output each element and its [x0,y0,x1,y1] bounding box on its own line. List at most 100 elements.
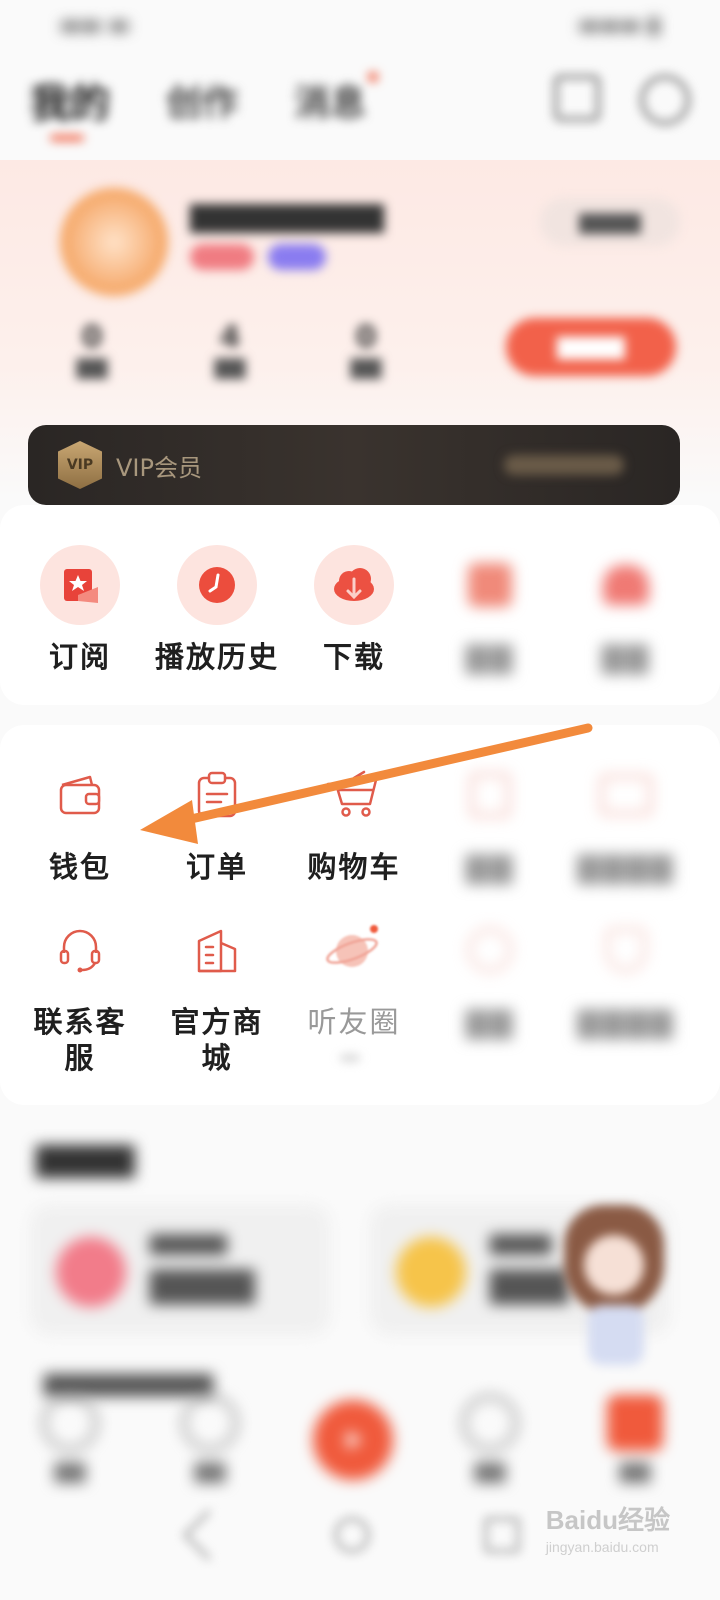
subscribe-icon [40,545,120,625]
wallet-icon [40,755,120,835]
checkin-button[interactable]: ▇▇▇▇ [506,318,676,376]
cart-item[interactable]: 购物车 [284,755,424,885]
stat-following[interactable]: 0 ▇▇ [52,320,132,379]
status-bar: ▬▬ ▬ ▬▬▬ ▮ [0,0,720,50]
tools-item-5[interactable]: ▇▇▇▇ [556,755,696,885]
blurred-icon [586,910,666,990]
username[interactable]: ▇▇▇▇▇▇▇▇▇ [190,200,384,233]
mascot-image[interactable] [558,1195,678,1375]
avatar[interactable] [60,188,168,296]
back-icon[interactable] [182,1509,234,1561]
blurred-icon [450,755,530,835]
promo-left-value: ▇▇▇▇ [150,1265,255,1305]
top-nav: 我的 创作 消息 [0,60,720,141]
tools-item-9[interactable]: ▇▇ [420,910,560,1040]
promo-left-title: ▇▇▇▇▇ [150,1231,227,1255]
tools-item-5-label: ▇▇▇▇ [577,850,675,884]
planet-icon [314,910,394,990]
level-badge [190,244,254,270]
download-cloud-icon [314,545,394,625]
promo-right-value: ▇▇▇ [490,1265,569,1305]
orders-item[interactable]: 订单 [147,755,287,885]
home-icon [42,1395,98,1451]
mine-icon [607,1395,663,1451]
nav-discover[interactable]: ▇▇ [160,1395,260,1483]
history-item[interactable]: 播放历史 [147,545,287,675]
tab-create[interactable]: 创作 [166,74,238,126]
subscribe-label: 订阅 [48,640,111,674]
stat-followers[interactable]: 4 ▇▇ [190,320,270,379]
building-icon [177,910,257,990]
baidu-watermark: Baidu经验 jingyan.baidu.com [546,1500,670,1555]
quick-item-4-label: ▇▇ [465,640,515,674]
tools-item-10[interactable]: ▇▇▇▇ [556,910,696,1040]
tools-item-4-label: ▇▇ [465,850,515,884]
orders-label: 订单 [185,850,248,884]
quick-item-5[interactable]: ▇▇ [556,545,696,675]
wallet-item[interactable]: 钱包 [10,755,150,885]
settings-icon[interactable] [640,75,690,125]
tools-item-9-label: ▇▇ [465,1005,515,1039]
top-right-icons [554,75,690,125]
tab-messages[interactable]: 消息 [294,72,379,126]
history-label: 播放历史 [154,640,279,674]
watermark-brand: Baidu经验 [545,1505,670,1535]
recents-icon[interactable] [484,1517,520,1553]
tools-card: 钱包 订单 购物车 ▇▇ ▇▇▇▇ 联系客 服 官方商 城 听友圈 ▇▇ ▇▇▇… [0,725,720,1105]
discover-icon [182,1395,238,1451]
blurred-icon [450,545,530,625]
blurred-icon [450,910,530,990]
listen-icon [462,1395,518,1451]
history-clock-icon [177,545,257,625]
quick-actions-card: 订阅 播放历史 下载 ▇▇ ▇▇ [0,505,720,705]
profile-card: ▇▇▇▇▇▇▇▇▇ ▇▇▇▇ 0 ▇▇ 4 ▇▇ 0 ▇▇ ▇▇▇▇ VIP VIP会… [0,160,720,505]
tab-messages-label: 消息 [294,83,367,124]
official-mall-label: 官方商城 [170,1005,264,1075]
tools-item-10-label: ▇▇▇▇ [577,1005,675,1039]
vip-label: VIP会员 [116,453,202,482]
customer-service-label: 联系客服 [33,1005,127,1075]
vip-banner[interactable]: VIP VIP会员 [28,425,680,505]
quick-item-5-label: ▇▇ [601,640,651,674]
promo-right-icon [396,1237,466,1307]
member-badge [268,244,326,270]
scan-icon[interactable] [554,75,600,121]
subscribe-item[interactable]: 订阅 [10,545,150,675]
clipboard-icon [177,755,257,835]
nav-mine[interactable]: ▇▇ [585,1395,685,1483]
quick-item-4[interactable]: ▇▇ [420,545,560,675]
vip-promo-text [504,455,624,475]
profile-edit-button[interactable]: ▇▇▇▇ [540,198,680,246]
nav-listen[interactable]: ▇▇ [440,1395,540,1483]
promo-card-left[interactable]: ▇▇▇▇▇ ▇▇▇▇ [30,1205,330,1335]
customer-service-item[interactable]: 联系客服 [10,910,150,1076]
section-title: ▇▇▇▇ [36,1140,135,1178]
blurred-icon [586,755,666,835]
tab-mine[interactable]: 我的 [30,71,110,141]
page-indicator [340,1055,360,1061]
play-icon [347,1431,362,1449]
headset-icon [40,910,120,990]
download-item[interactable]: 下载 [284,545,424,675]
promo-left-icon [56,1237,126,1307]
cart-icon [314,755,394,835]
stat-likes[interactable]: 0 ▇▇ [326,320,406,379]
promo-right-title: ▇▇▇▇ [490,1231,552,1255]
tools-item-4[interactable]: ▇▇ [420,755,560,885]
cart-label: 购物车 [307,850,401,884]
bottom-nav: ▇▇ ▇▇ ▇▇ ▇▇ [0,1385,720,1495]
heart-icon [586,545,666,625]
official-mall-item[interactable]: 官方商城 [147,910,287,1076]
unread-dot [368,72,379,82]
download-label: 下载 [322,640,385,674]
watermark-url: jingyan.baidu.com [545,1539,659,1555]
play-button[interactable] [313,1400,393,1480]
fan-circle-label: 听友圈 [307,1005,401,1039]
vip-badge-icon: VIP [58,441,102,489]
fan-circle-item[interactable]: 听友圈 [284,910,424,1040]
status-left: ▬▬ ▬ [60,12,130,38]
nav-home[interactable]: ▇▇ [20,1395,120,1483]
wallet-label: 钱包 [48,850,111,884]
status-right: ▬▬▬ ▮ [578,12,660,38]
home-circle-icon[interactable] [334,1517,370,1553]
